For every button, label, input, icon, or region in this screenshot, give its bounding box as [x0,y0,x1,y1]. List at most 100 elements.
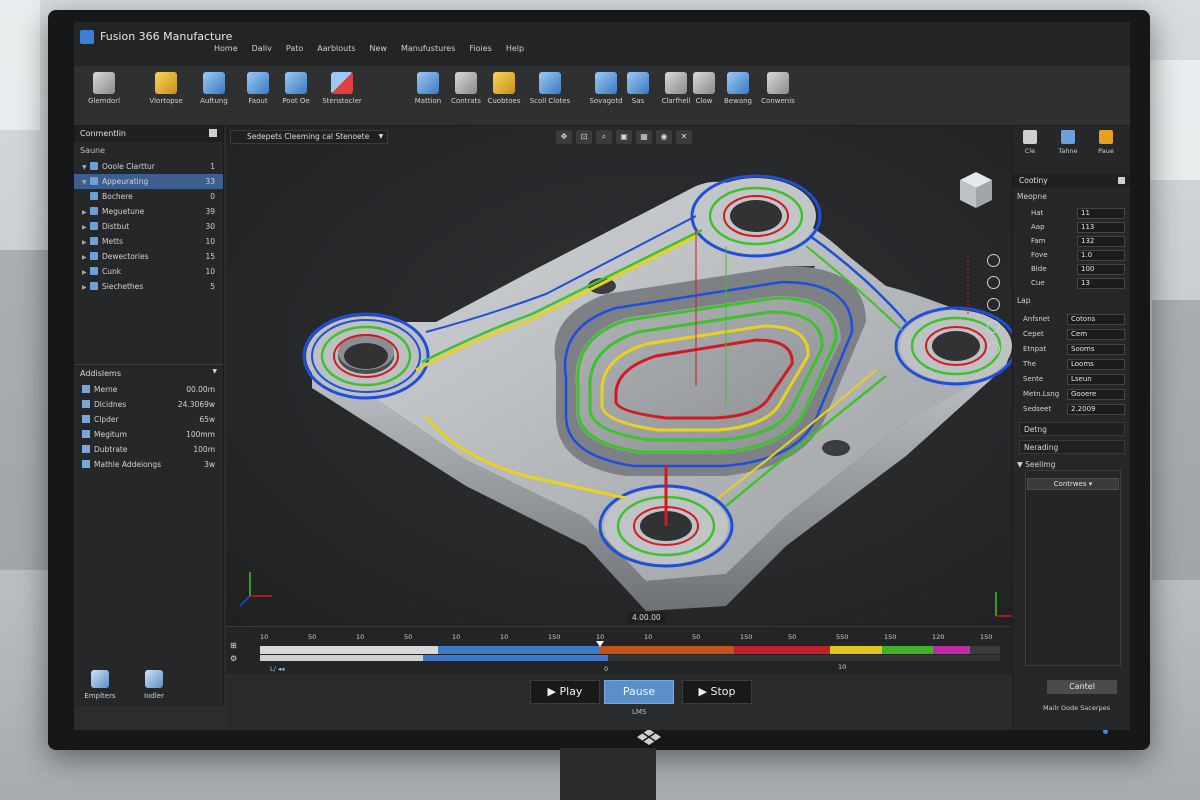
new-setup-icon [203,72,225,94]
timeline-tick: 150 [884,633,897,641]
ribbon-button-glemdorl[interactable]: Glemdorl [76,72,132,105]
section-lap: Lap [1017,296,1031,305]
menu-new[interactable]: New [370,44,387,53]
timeline-lock-icon[interactable]: ⊞ [230,641,237,650]
pause-button[interactable]: Pause [604,680,674,704]
track-segment [422,655,608,661]
collapse-arrow-icon[interactable]: ▶ [82,250,90,265]
tool-button-paue[interactable]: Paue [1093,130,1119,155]
timeline-segment [881,646,934,654]
stop-button[interactable]: ▶ Stop [682,680,752,704]
additions-header[interactable]: Addislems ▼ [74,364,223,382]
tree-item[interactable]: Bochere 0 [74,189,223,204]
collapse-arrow-icon[interactable]: ▶ [82,265,90,280]
collapse-arrow-icon[interactable]: ▶ [82,235,90,250]
addition-item[interactable]: Clpder 65w [74,412,223,427]
timeline-playhead[interactable] [596,641,605,647]
expand-arrow-icon[interactable]: ▼ [82,160,90,175]
operation-icon [90,222,98,230]
addition-item[interactable]: Mathle Addeiongs 3w [74,457,223,472]
pin-icon[interactable] [209,129,217,137]
tree-item[interactable]: ▼ Ooole Clarttur 1 [74,159,223,174]
addition-item[interactable]: Merne 00.00m [74,382,223,397]
explorer-button[interactable]: Emplters [80,670,120,700]
expand-arrow-icon[interactable]: ▼ [82,175,90,190]
menu-home[interactable]: Home [214,44,238,53]
param-row[interactable]: Etnpat Sooms [1019,344,1125,356]
ribbon-button-scoll-clotes[interactable]: Scoll Clotes [522,72,578,105]
timeline-tick: 150 [980,633,993,641]
timeline-segment [733,646,830,654]
fit-view-icon[interactable] [987,342,1000,355]
hole-left-bore [344,343,388,369]
browser-panel: Conmentlin Saune ▼ Ooole Clarttur 1 ▼ Appeu… [74,126,224,706]
menu-help[interactable]: Help [506,44,524,53]
param-row[interactable]: Anfsnet Cotons [1019,314,1125,326]
viewcube-icon[interactable] [956,170,996,210]
param-row[interactable]: Cue 13 [1025,278,1125,290]
addition-item[interactable]: Dubtrate 100m [74,442,223,457]
tree-item[interactable]: ▶ Distbut 30 [74,219,223,234]
param-row[interactable]: Hat 11 [1025,208,1125,220]
tree-item[interactable]: ▶ Metts 10 [74,234,223,249]
menu-bar: Home Daliv Pato Aarblouts New Manufustur… [214,44,524,53]
play-button[interactable]: ▶ Play [530,680,600,704]
param-row[interactable]: Fove 1.0 [1025,250,1125,262]
timeline-toggle-icon[interactable]: L/ ◂◂ [270,665,284,673]
zoom-tool-icon[interactable] [987,276,1000,289]
tree-item[interactable]: ▶ Siechethes 5 [74,279,223,294]
ribbon-button-conwenis[interactable]: Conwenis [750,72,806,105]
param-row[interactable]: Cepet Cem [1019,329,1125,341]
collapsible-nerading[interactable]: Nerading [1019,440,1125,454]
param-row[interactable]: Sedseet 2.2009 [1019,404,1125,416]
section-seelimg[interactable]: ▼ Seelimg [1017,460,1055,469]
param-row[interactable]: Aap 113 [1025,222,1125,234]
boring-icon [727,72,749,94]
scallop-icon [539,72,561,94]
collapse-arrow-icon[interactable]: ▶ [82,280,90,295]
tool-button-tahne[interactable]: Tahne [1055,130,1081,155]
timeline-progress-bar[interactable] [260,646,1000,654]
collapse-arrow-icon[interactable]: ▶ [82,205,90,220]
orbit-tool-icon[interactable] [987,298,1000,311]
param-row[interactable]: Blde 100 [1025,264,1125,276]
tree-item-selected[interactable]: ▼ Appeurating 33 [74,174,223,189]
menu-manufustures[interactable]: Manufustures [401,44,455,53]
ribbon-button-stenstocler[interactable]: Stenstocler [314,72,370,105]
timeline-tick: 50 [692,633,701,641]
timeline-segment [260,646,438,654]
ribbon-toolbar: Glemdorl Vlortopse Auftung Faout Poot Oe… [74,66,1130,126]
folder-button[interactable]: Iodler [134,670,174,700]
tree-item[interactable]: ▶ Cunk 10 [74,264,223,279]
timeline-track [260,655,1000,661]
addition-item[interactable]: Dlcidnes 24.3069w [74,397,223,412]
menu-aarblouts[interactable]: Aarblouts [317,44,355,53]
tree-item[interactable]: ▶ Dewectories 15 [74,249,223,264]
menu-fioies[interactable]: Fioies [469,44,491,53]
axis-triad-left [239,572,272,607]
param-row[interactable]: Fam 132 [1025,236,1125,248]
timeline-settings-icon[interactable]: ⚙ [230,654,237,663]
addition-item[interactable]: Megitum 100mm [74,427,223,442]
collapse-arrow-icon[interactable]: ▶ [82,220,90,235]
part-model[interactable] [226,126,1012,626]
pocket-icon [285,72,307,94]
contour-dropdown[interactable]: Contrwes ▾ [1027,478,1119,490]
param-row[interactable]: Metn.Lsng Gooere [1019,389,1125,401]
param-row[interactable]: Sente Lseun [1019,374,1125,386]
look-at-icon[interactable] [987,320,1000,333]
timeline-tick: 10 [356,633,365,641]
cancel-button[interactable]: Cantel [1047,680,1117,694]
simulation-timeline[interactable]: ⊞ ⚙ 10 50 10 50 10 10 150 10 10 50 150 50 550 150 120 1… [226,626,1012,674]
collapsible-detng[interactable]: Detng [1019,422,1125,436]
tree-item[interactable]: ▶ Meguetune 39 [74,204,223,219]
menu-pato[interactable]: Pato [286,44,303,53]
tool-button-cle[interactable]: Cle [1017,130,1043,155]
pan-tool-icon[interactable] [987,254,1000,267]
graphics-viewport[interactable]: Sedepets Cleeming cal Stenoete ▼ ✥ ⊡ ⌕ ▣… [226,126,1012,626]
pin-icon[interactable] [1118,177,1125,184]
timeline-tick: 150 [740,633,753,641]
menu-daliv[interactable]: Daliv [252,44,272,53]
param-row[interactable]: The Looms [1019,359,1125,371]
app-logo-icon [80,30,94,44]
